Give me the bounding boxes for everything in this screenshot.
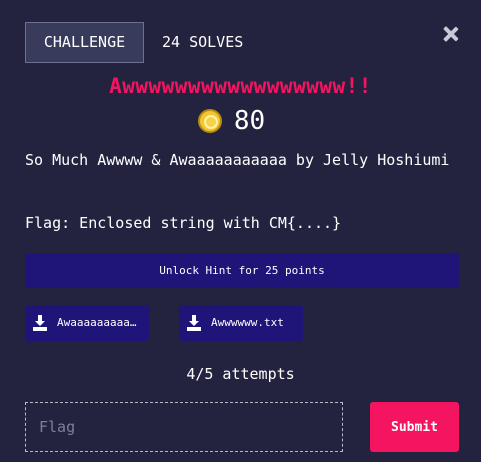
file-name: Awwwwww.txt (211, 316, 284, 329)
file-download-button[interactable]: Awaaaaaaaaaaa.txt (25, 305, 149, 341)
tab-solves[interactable]: 24 SOLVES (162, 22, 243, 63)
flag-format-text: Flag: Enclosed string with CM{....} (25, 214, 342, 232)
attempts-count: 4/5 attempts (186, 365, 295, 383)
download-icon (187, 315, 201, 331)
coin-icon (197, 109, 222, 133)
file-download-button[interactable]: Awwwwww.txt (179, 305, 303, 341)
points-row: 80 (0, 105, 481, 137)
challenge-title: Awwwwwwwwwwwwwwwww!! (109, 74, 372, 98)
file-name: Awaaaaaaaaaaa.txt (57, 316, 149, 329)
flag-input[interactable] (25, 402, 343, 452)
download-icon (33, 315, 47, 331)
unlock-hint-button[interactable]: Unlock Hint for 25 points (25, 253, 459, 288)
tab-challenge[interactable]: CHALLENGE (25, 22, 144, 63)
close-icon[interactable] (443, 26, 459, 42)
points-value: 80 (233, 106, 266, 136)
submit-button[interactable]: Submit (370, 402, 459, 452)
challenge-description: So Much Awwww & Awaaaaaaaaaaa by Jelly H… (25, 151, 450, 169)
